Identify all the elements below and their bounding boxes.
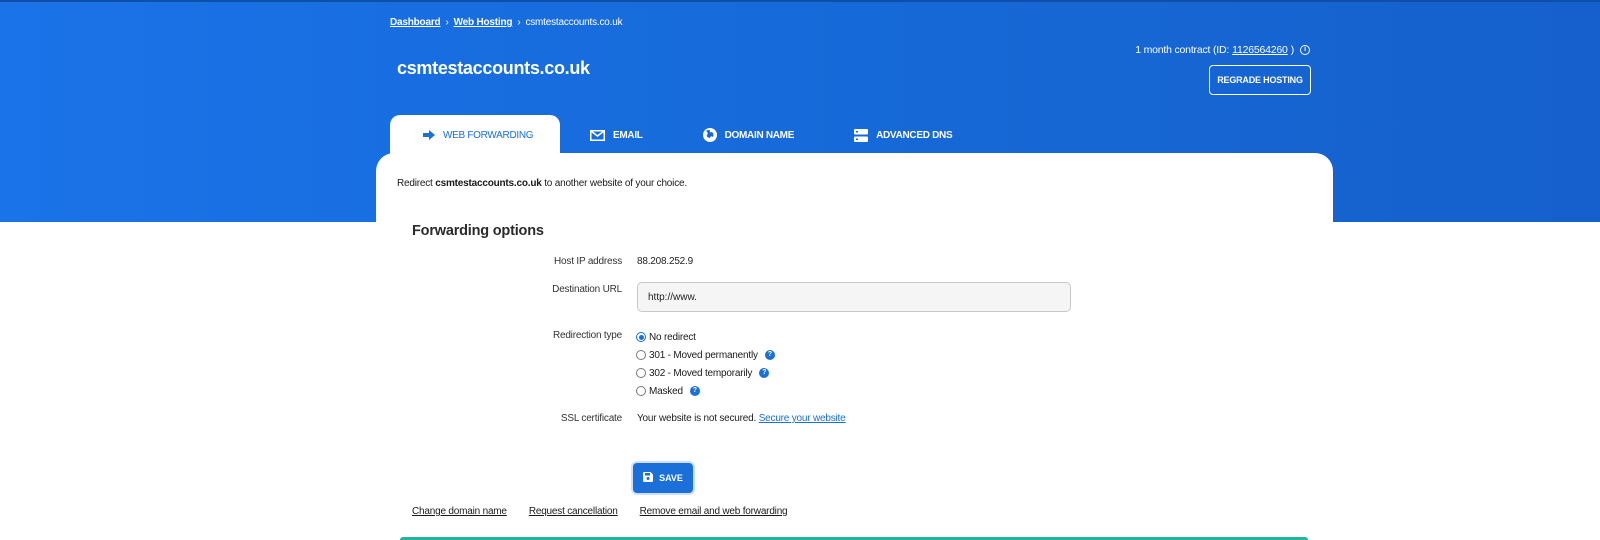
intro-suffix: to another website of your choice.: [541, 178, 687, 189]
tab-domain-name[interactable]: DOMAIN NAME: [702, 115, 795, 155]
host-ip-label: Host IP address: [554, 256, 622, 267]
save-label: SAVE: [659, 473, 683, 483]
tab-label: WEB FORWARDING: [443, 129, 534, 141]
contract-info: 1 month contract (ID: 1126564260) i: [1135, 44, 1310, 56]
breadcrumb: Dashboard › Web Hosting › csmtestaccount…: [390, 17, 623, 28]
radio-label: 301 - Moved permanently: [649, 349, 758, 361]
tab-label: DOMAIN NAME: [724, 129, 795, 141]
ssl-status: Your website is not secured. Secure your…: [637, 413, 846, 424]
remove-email-forwarding-link[interactable]: Remove email and web forwarding: [640, 506, 788, 517]
radio-label: No redirect: [649, 331, 696, 343]
change-domain-name-link[interactable]: Change domain name: [412, 506, 507, 517]
radio-button[interactable]: [636, 350, 646, 360]
radio-button[interactable]: [636, 332, 646, 342]
tab-web-forwarding[interactable]: WEB FORWARDING: [390, 115, 560, 155]
intro-text: Redirect csmtestaccounts.co.uk to anothe…: [397, 178, 687, 189]
ssl-status-text: Your website is not secured.: [637, 413, 759, 424]
tab-bar: WEB FORWARDING EMAIL DOMAIN NAME ADVANCE…: [390, 115, 953, 155]
radio-302[interactable]: 302 - Moved temporarily ?: [636, 364, 775, 382]
tab-label: EMAIL: [613, 129, 643, 141]
intro-domain: csmtestaccounts.co.uk: [435, 178, 542, 189]
tab-email[interactable]: EMAIL: [590, 115, 643, 155]
globe-icon: [702, 128, 717, 142]
info-icon[interactable]: i: [1300, 45, 1310, 55]
server-icon: [854, 128, 869, 142]
footer-links: Change domain name Request cancellation …: [412, 506, 788, 517]
destination-url-label: Destination URL: [552, 284, 622, 295]
redirection-type-label: Redirection type: [552, 330, 622, 341]
regrade-hosting-button[interactable]: REGRADE HOSTING: [1209, 65, 1311, 95]
ssl-certificate-label: SSL certificate: [560, 413, 622, 424]
help-icon[interactable]: ?: [759, 368, 770, 378]
contract-id-link[interactable]: 1126564260: [1232, 44, 1288, 56]
secure-website-link[interactable]: Secure your website: [759, 413, 846, 424]
radio-no-redirect[interactable]: No redirect: [636, 328, 775, 346]
page-title: csmtestaccounts.co.uk: [397, 58, 590, 78]
floppy-disk-icon: [643, 472, 654, 484]
radio-301[interactable]: 301 - Moved permanently ?: [636, 346, 775, 364]
host-ip-value: 88.208.252.9: [637, 256, 693, 267]
breadcrumb-separator: ›: [517, 17, 521, 28]
breadcrumb-web-hosting[interactable]: Web Hosting: [454, 17, 513, 28]
radio-label: Masked: [649, 385, 683, 397]
radio-button[interactable]: [636, 368, 646, 378]
breadcrumb-separator: ›: [445, 17, 449, 28]
help-icon[interactable]: ?: [764, 350, 775, 360]
breadcrumb-dashboard[interactable]: Dashboard: [390, 17, 441, 28]
help-icon[interactable]: ?: [689, 386, 700, 396]
envelope-icon: [590, 129, 605, 141]
contract-prefix: 1 month contract (ID:: [1135, 44, 1230, 56]
radio-masked[interactable]: Masked ?: [636, 382, 775, 400]
radio-label: 302 - Moved temporarily: [649, 367, 753, 379]
content-card: [376, 153, 1333, 540]
redirection-type-group: No redirect 301 - Moved permanently ? 30…: [636, 328, 775, 400]
save-button[interactable]: SAVE: [633, 463, 693, 493]
request-cancellation-link[interactable]: Request cancellation: [529, 506, 618, 517]
breadcrumb-current: csmtestaccounts.co.uk: [525, 17, 623, 28]
arrow-right-icon: [423, 130, 435, 140]
intro-prefix: Redirect: [397, 178, 436, 189]
radio-button[interactable]: [636, 386, 646, 396]
tab-advanced-dns[interactable]: ADVANCED DNS: [854, 115, 953, 155]
tab-label: ADVANCED DNS: [876, 129, 953, 141]
destination-url-input[interactable]: [637, 282, 1071, 312]
section-title: Forwarding options: [412, 223, 544, 239]
contract-suffix: ): [1290, 44, 1295, 56]
